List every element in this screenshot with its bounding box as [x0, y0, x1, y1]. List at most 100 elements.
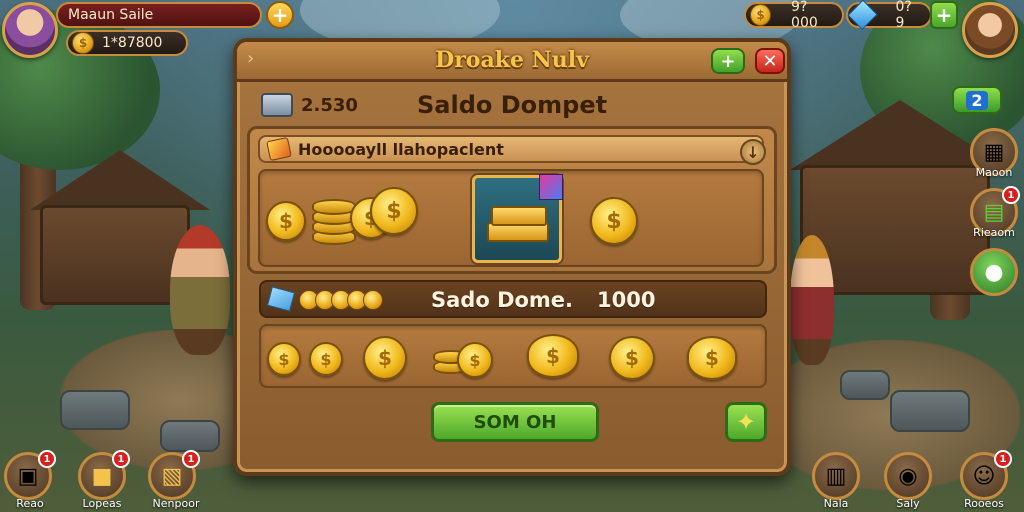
add-gems-button[interactable]: + [930, 1, 958, 29]
coin-option[interactable]: $ [309, 342, 343, 376]
gem-icon [847, 0, 879, 31]
plus-icon: + [935, 3, 953, 27]
wallet-value: 2.530 [301, 94, 358, 116]
stone [60, 390, 130, 430]
sparkle-icon [266, 286, 296, 312]
npc-girl [790, 235, 834, 365]
dollar-icon: $ [378, 346, 392, 370]
bottom-button-nala[interactable]: ▥ [812, 452, 860, 500]
dialog-title: Droake Nulv [435, 47, 589, 73]
coin-option[interactable]: $ [527, 334, 579, 378]
bottom-label: Saly [896, 497, 920, 510]
coin-offer[interactable]: $ [590, 197, 638, 245]
inbox-icon: ▣ [17, 463, 39, 489]
add-button[interactable]: + [711, 48, 745, 74]
hut-left [40, 205, 190, 305]
confirm-label: SOM OH [473, 411, 557, 433]
balance-bar: Sado Dome. 1000 [259, 280, 767, 318]
balance-label: Sado Dome. [431, 288, 574, 312]
player-avatar[interactable] [2, 2, 58, 58]
dollar-icon: $ [278, 349, 290, 369]
coin-offer[interactable]: $ [266, 201, 306, 241]
dollar-icon: $ [279, 209, 293, 233]
dollar-icon: $ [606, 208, 622, 234]
pet-icon: ● [984, 259, 1004, 285]
plus-icon: + [271, 3, 289, 27]
info-button[interactable]: ↓ [740, 139, 766, 165]
arrow-down-icon: ↓ [746, 142, 760, 162]
pet-button[interactable]: ● [970, 248, 1018, 296]
npc-miner [170, 225, 230, 355]
gem-bar: 0?9 [846, 0, 932, 31]
bottom-label: Nala [823, 497, 849, 510]
player-name-bar: Maaun Saile [56, 2, 262, 28]
scroll-icon: ▧ [161, 463, 183, 489]
wallet-dialog: › Droake Nulv + ✕ 2.530 Saldo Dompet Hoo… [233, 38, 791, 476]
offer-panel-title: Hooooayll llahopaclent [298, 139, 504, 159]
chat-count: 2 [966, 90, 988, 110]
notification-badge: 1 [182, 450, 200, 468]
chest-icon: ■ [91, 463, 113, 489]
plus-icon: + [720, 50, 736, 72]
sparkle-icon: ✦ [735, 408, 757, 436]
map-icon: ▦ [983, 139, 1005, 165]
dollar-icon: $ [469, 350, 481, 370]
coin-icon: $ [72, 32, 94, 54]
notification-badge: 1 [112, 450, 130, 468]
stone [840, 370, 890, 400]
wallet-balance-row: 2.530 Saldo Dompet [247, 86, 777, 124]
close-button[interactable]: ✕ [755, 48, 785, 74]
friend-avatar[interactable] [962, 2, 1018, 58]
character-icon: ☺ [972, 463, 996, 489]
tag-icon [266, 136, 292, 162]
stone [160, 420, 220, 452]
wallet-icon [261, 93, 293, 117]
coin-option[interactable]: $ [267, 342, 301, 376]
coin-option[interactable]: $ [609, 336, 655, 380]
coin-option[interactable]: $ [457, 342, 493, 378]
gold-bar-offer-selected[interactable] [472, 174, 563, 263]
coin-option[interactable]: $ [363, 336, 407, 380]
bonus-ribbon-icon [539, 174, 563, 200]
coin-pile-offer[interactable]: $ [370, 187, 418, 235]
bottom-label: Lopeas [82, 497, 122, 510]
gold-total: 9?000 [791, 0, 818, 31]
notification-badge: 1 [38, 450, 56, 468]
cash-icon: ▤ [983, 199, 1005, 225]
mini-coin-icon [363, 290, 383, 310]
hut-roof [30, 150, 210, 210]
player-name: Maaun Saile [68, 7, 154, 23]
offer-panel-header: Hooooayll llahopaclent [258, 135, 764, 163]
bottom-button-saly[interactable]: ◉ [884, 452, 932, 500]
dollar-icon: $ [625, 346, 639, 370]
dollar-icon: $ [546, 344, 560, 368]
gold-coin-icon: $ [750, 4, 772, 26]
map-label: Maoon [975, 166, 1013, 179]
confirm-button[interactable]: SOM OH [431, 402, 599, 442]
balance-amount: 1000 [597, 288, 656, 312]
gems-total: 0?9 [895, 0, 912, 31]
notification-badge: 1 [994, 450, 1012, 468]
bottom-label: Nenpoor [152, 497, 200, 510]
gold-bar-icon [491, 206, 547, 226]
notification-badge: 1 [1002, 186, 1020, 204]
bottom-label: Rooeos [964, 497, 1004, 510]
bag-icon: ▥ [825, 463, 847, 489]
chat-button[interactable]: 2 [952, 86, 1002, 114]
coin-row: $ $ $ $ $ $ $ [259, 324, 767, 388]
dialog-header: › Droake Nulv + ✕ [237, 42, 787, 82]
player-coins-bar: $ 1*87800 [66, 30, 188, 56]
stone [890, 390, 970, 432]
potion-icon: ◉ [898, 463, 918, 489]
coin-option[interactable]: $ [687, 336, 737, 380]
add-currency-button[interactable]: + [266, 1, 294, 29]
player-coins-value: 1*87800 [102, 35, 163, 51]
bonus-button[interactable]: ✦ [725, 402, 767, 442]
dollar-icon: $ [386, 198, 402, 224]
gold-bar: $ 9?000 [744, 0, 844, 31]
cash-label: Rieaom [973, 226, 1015, 239]
wallet-title: Saldo Dompet [417, 91, 608, 119]
dollar-icon: $ [705, 346, 719, 370]
close-icon: ✕ [762, 50, 778, 72]
coin-stack [312, 199, 356, 215]
